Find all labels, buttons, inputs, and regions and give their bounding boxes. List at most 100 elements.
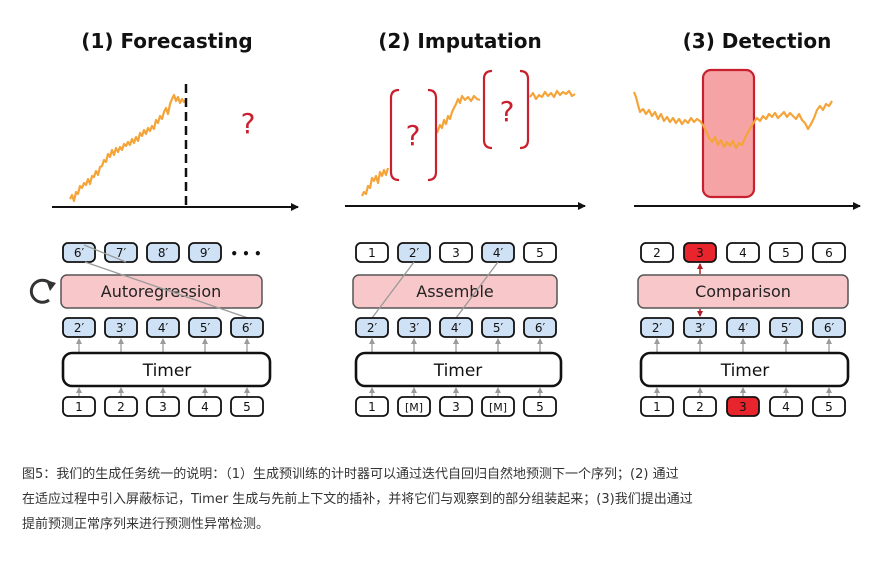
token-label: 4′ [738, 321, 749, 335]
figure-caption: 图5：我们的生成任务统一的说明：（1）生成预训练的计时器可以通过迭代自回归自然地… [22, 462, 872, 537]
predicted-token: 3′ [397, 317, 431, 338]
output-token: 6′ [62, 242, 96, 263]
ellipsis: • • • [230, 247, 261, 261]
output-token: 7′ [104, 242, 138, 263]
panel-forecasting: (1) Forecasting ? 6′ 7′ 8′ 9′ • • • Auto… [29, 29, 299, 417]
token-label: 1 [75, 400, 83, 414]
token-label: 3 [739, 400, 747, 414]
series-line-segment [529, 89, 576, 101]
predicted-token: 3′ [104, 317, 138, 338]
series-line [69, 93, 187, 203]
input-token: 4 [769, 396, 803, 417]
predicted-token: 2′ [640, 317, 674, 338]
timer-label: Timer [433, 361, 483, 381]
input-token: 4 [188, 396, 222, 417]
predicted-token: 6′ [523, 317, 557, 338]
caption-line: 提前预测正常序列来进行预测性异常检测。 [22, 517, 270, 532]
input-token: 2 [683, 396, 717, 417]
token-label: 3 [696, 246, 704, 260]
imputation-question-mark: ? [406, 119, 421, 152]
token-label: 4 [739, 246, 747, 260]
token-label: 3 [452, 400, 460, 414]
predicted-token: 4′ [726, 317, 760, 338]
input-token: 3 [146, 396, 180, 417]
token-label: 5 [243, 400, 251, 414]
token-label: 5′ [200, 321, 211, 335]
arrow-group [654, 338, 832, 352]
panel-title: (2) Imputation [378, 29, 541, 53]
output-token: 1 [355, 242, 389, 263]
token-label: 2′ [652, 321, 663, 335]
token-label: 5 [825, 400, 833, 414]
token-label: 6 [825, 246, 833, 260]
token-label: 6′ [824, 321, 835, 335]
observed-token: 4 [726, 242, 760, 263]
predicted-token: 4′ [439, 317, 473, 338]
predicted-token: 3′ [683, 317, 717, 338]
token-label: 1 [653, 400, 661, 414]
token-label: 2′ [367, 321, 378, 335]
token-label: 4′ [451, 321, 462, 335]
panel-imputation: (2) Imputation ? ? 1 2′ 3 4′ 5 Assemble … [345, 29, 586, 417]
input-token: 5 [523, 396, 557, 417]
token-label: 2′ [409, 246, 420, 260]
missing-bracket [519, 69, 530, 150]
missing-bracket [482, 69, 493, 150]
token-label: 3′ [116, 321, 127, 335]
autoregression-label: Autoregression [101, 282, 222, 301]
predicted-token: 4′ [146, 317, 180, 338]
predicted-token: 2′ [62, 317, 96, 338]
panel-detection: (3) Detection 2 3 4 5 6 Comparison 2′ 3′… [632, 29, 861, 417]
token-label: 6′ [242, 321, 253, 335]
observed-token: 2 [640, 242, 674, 263]
token-label: 3 [159, 400, 167, 414]
arrow-group [76, 387, 250, 397]
output-token: 8′ [146, 242, 180, 263]
token-label: 2 [653, 246, 661, 260]
predicted-token: 5′ [481, 317, 515, 338]
mask-token: [M] [481, 396, 515, 417]
token-label: [M] [405, 401, 423, 414]
input-token: 2 [104, 396, 138, 417]
missing-bracket [389, 88, 400, 182]
observed-token: 5 [769, 242, 803, 263]
input-token: 1 [62, 396, 96, 417]
loop-arrow-head-icon [46, 280, 56, 291]
forecast-question-mark: ? [241, 107, 256, 140]
token-label: 3′ [695, 321, 706, 335]
arrow-group [654, 387, 832, 397]
observed-token: 6 [812, 242, 846, 263]
token-label: 2 [117, 400, 125, 414]
token-label: 1 [368, 246, 376, 260]
token-label: 4′ [493, 246, 504, 260]
panel-title: (1) Forecasting [81, 29, 252, 53]
token-label: 2′ [74, 321, 85, 335]
arrow-group [369, 387, 543, 397]
token-label: 4′ [158, 321, 169, 335]
output-token: 9′ [188, 242, 222, 263]
missing-bracket [427, 88, 438, 182]
predicted-token: 5′ [188, 317, 222, 338]
mask-token: [M] [397, 396, 431, 417]
output-token: 4′ [481, 242, 515, 263]
timer-label: Timer [720, 361, 770, 381]
output-token: 2′ [397, 242, 431, 263]
comparison-label: Comparison [695, 282, 791, 301]
token-label: 2 [696, 400, 704, 414]
token-label: [M] [489, 401, 507, 414]
token-label: 1 [368, 400, 376, 414]
arrow-group [369, 338, 543, 352]
token-label: 6′ [535, 321, 546, 335]
input-token: 1 [355, 396, 389, 417]
anomaly-input-token: 3 [726, 396, 760, 417]
input-token: 1 [640, 396, 674, 417]
series-line-segment [361, 167, 390, 197]
token-label: 8′ [158, 246, 169, 260]
input-token: 5 [812, 396, 846, 417]
token-label: 5′ [493, 321, 504, 335]
caption-line: 在适应过程中引入屏蔽标记，Timer 生成与先前上下文的插补，并将它们与观察到的… [22, 492, 693, 507]
panel-title: (3) Detection [683, 29, 832, 53]
series-line-segment [435, 94, 481, 134]
token-label: 5 [536, 400, 544, 414]
input-token: 5 [230, 396, 264, 417]
